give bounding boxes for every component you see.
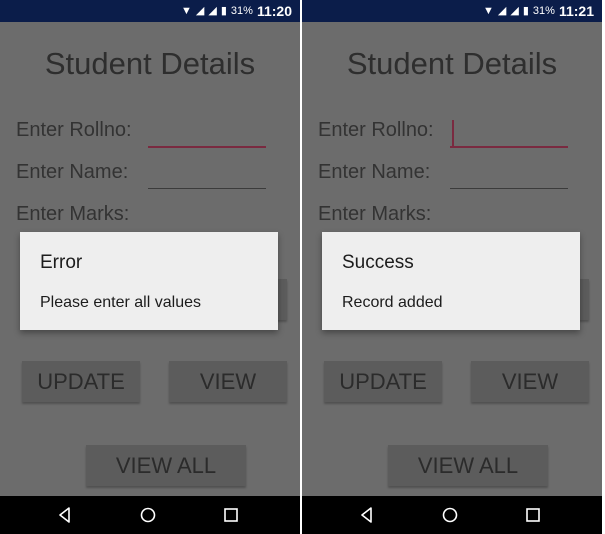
marks-label: Enter Marks: [16, 203, 130, 225]
app-content: Student Details Enter Rollno: Enter Name… [302, 22, 602, 496]
navigation-bar [0, 496, 300, 534]
name-label: Enter Name: [16, 161, 129, 183]
recent-apps-icon[interactable] [524, 506, 542, 524]
signal-icon: ◢ [510, 5, 519, 17]
battery-icon: ▮ [220, 5, 227, 17]
alert-dialog[interactable]: Error Please enter all values [20, 232, 278, 330]
status-bar: ▼ ◢ ◢ ▮ 31% 11:20 [0, 0, 300, 22]
alert-dialog[interactable]: Success Record added [322, 232, 580, 330]
rollno-input[interactable] [450, 120, 568, 148]
rollno-label: Enter Rollno: [16, 119, 132, 141]
battery-percent: 31% [230, 5, 253, 17]
name-label: Enter Name: [318, 161, 431, 183]
wifi-icon: ▼ [483, 5, 494, 17]
view-button[interactable]: VIEW [471, 361, 589, 402]
view-button[interactable]: VIEW [169, 361, 287, 402]
marks-label: Enter Marks: [318, 203, 432, 225]
home-icon[interactable] [139, 506, 157, 524]
back-icon[interactable] [358, 506, 376, 524]
dialog-title: Success [342, 252, 414, 273]
clock: 11:20 [256, 3, 292, 19]
dialog-title: Error [40, 252, 83, 273]
battery-percent: 31% [532, 5, 555, 17]
phone-screen-error: ▼ ◢ ◢ ▮ 31% 11:20 Student Details Enter … [0, 0, 300, 534]
home-icon[interactable] [441, 506, 459, 524]
dialog-message: Record added [342, 294, 443, 311]
signal-icon: ◢ [497, 5, 507, 17]
name-input[interactable] [450, 162, 568, 189]
dialog-message: Please enter all values [40, 294, 201, 311]
rollno-label: Enter Rollno: [318, 119, 434, 141]
navigation-bar [302, 496, 602, 534]
page-title: Student Details [44, 46, 256, 81]
clock: 11:21 [558, 3, 594, 19]
recent-apps-icon[interactable] [222, 506, 240, 524]
view-all-button[interactable]: VIEW ALL [86, 445, 246, 486]
app-content: Student Details Enter Rollno: Enter Name… [0, 22, 300, 496]
text-cursor [452, 120, 454, 146]
signal-icon: ◢ [195, 5, 205, 17]
wifi-icon: ▼ [181, 5, 192, 17]
status-bar: ▼ ◢ ◢ ▮ 31% 11:21 [302, 0, 602, 22]
phone-screen-success: ▼ ◢ ◢ ▮ 31% 11:21 Student Details Enter … [302, 0, 602, 534]
name-input[interactable] [148, 162, 266, 189]
signal-icon: ◢ [208, 5, 217, 17]
update-button[interactable]: UPDATE [324, 361, 442, 402]
back-icon[interactable] [56, 506, 74, 524]
update-button[interactable]: UPDATE [22, 361, 140, 402]
battery-icon: ▮ [522, 5, 529, 17]
page-title: Student Details [346, 46, 558, 81]
rollno-input[interactable] [148, 120, 266, 148]
view-all-button[interactable]: VIEW ALL [388, 445, 548, 486]
